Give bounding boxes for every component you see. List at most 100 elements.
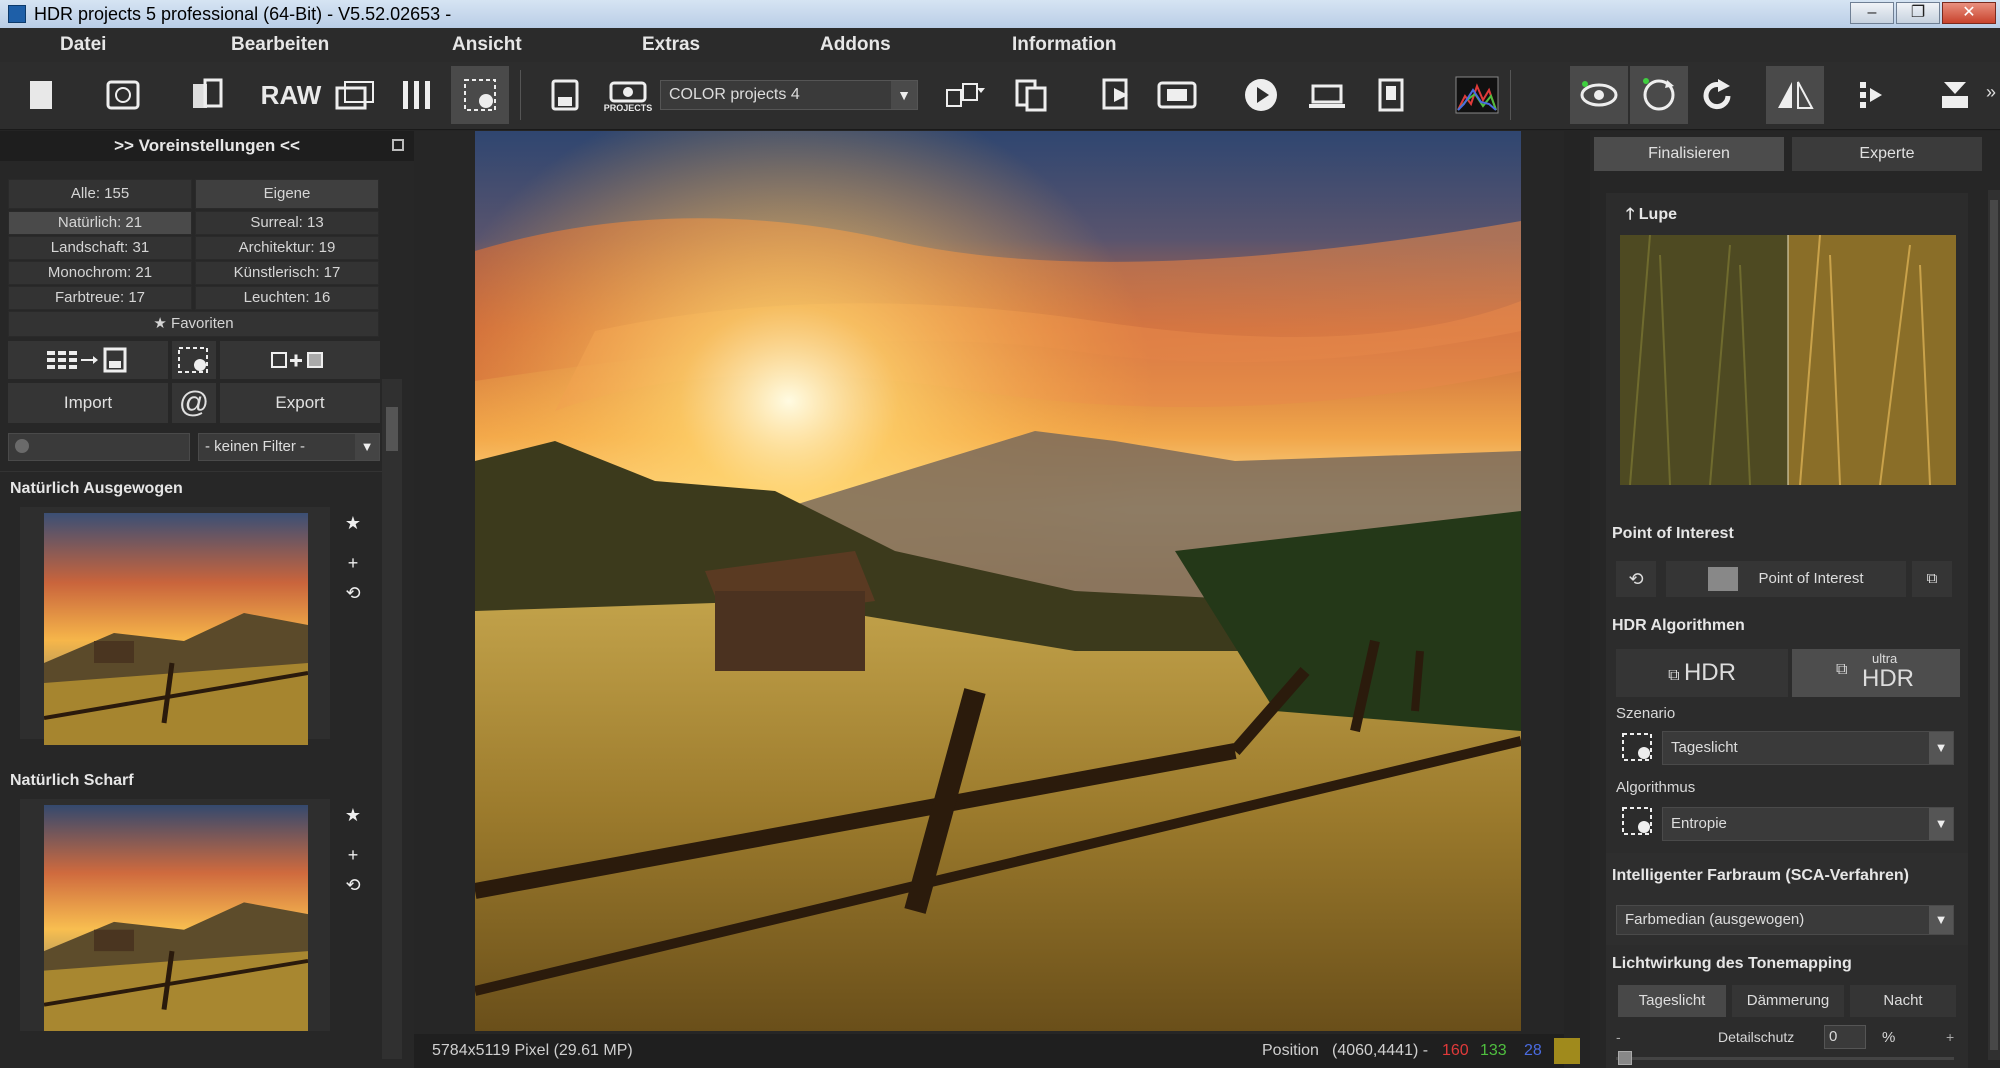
at-button[interactable]: @	[172, 383, 216, 423]
decrease-icon[interactable]: -	[1616, 1029, 1621, 1045]
camera-icon	[609, 81, 647, 103]
menu-ansicht[interactable]: Ansicht	[452, 28, 522, 62]
hdr-algorithm-button[interactable]: ⧉ HDR	[1616, 649, 1788, 697]
import-button[interactable]: Import	[8, 383, 168, 423]
category-eigene[interactable]: Eigene	[195, 179, 379, 209]
category-landschaft[interactable]: Landschaft: 31	[8, 236, 192, 260]
history-button[interactable]	[94, 66, 152, 124]
filmstrip-icon	[1157, 81, 1197, 109]
add-icon[interactable]: +	[340, 553, 366, 574]
category-kuenstlerisch[interactable]: Künstlerisch: 17	[195, 261, 379, 285]
new-document-button[interactable]	[12, 66, 70, 124]
settings-scrollbar[interactable]	[1988, 190, 2000, 1060]
preset-settings-button[interactable]	[451, 66, 509, 124]
play-button[interactable]	[1232, 66, 1290, 124]
compare-button[interactable]	[936, 66, 994, 124]
mirror-button[interactable]	[1766, 66, 1824, 124]
raw-button[interactable]: RAW	[261, 66, 322, 124]
portrait-button[interactable]	[1362, 66, 1420, 124]
close-button[interactable]: ✕	[1942, 2, 1996, 24]
fullscreen-button[interactable]	[1926, 66, 1984, 124]
favorites-button[interactable]: ★ Favoriten	[8, 311, 379, 337]
light-tab-tageslicht[interactable]: Tageslicht	[1618, 985, 1726, 1017]
poi-copy-button[interactable]: ⧉	[1912, 561, 1952, 597]
lupe-preview[interactable]	[1620, 235, 1956, 485]
hdr-icon: ⧉	[1668, 667, 1684, 684]
menu-information[interactable]: Information	[1012, 28, 1117, 62]
export-presets-button[interactable]: Export	[220, 383, 380, 423]
split-view-button[interactable]	[1842, 66, 1900, 124]
grid-gear-icon	[464, 79, 496, 111]
main-image[interactable]	[475, 131, 1521, 1031]
light-tab-daemmerung[interactable]: Dämmerung	[1732, 985, 1844, 1017]
category-architektur[interactable]: Architektur: 19	[195, 236, 379, 260]
filter-select[interactable]: - keinen Filter - ▼	[198, 433, 380, 461]
favorite-star-icon[interactable]: ★	[340, 805, 366, 826]
menu-bearbeiten[interactable]: Bearbeiten	[231, 28, 329, 62]
refresh-icon[interactable]: ⟲	[340, 875, 366, 896]
scrollbar-thumb[interactable]	[1990, 200, 1998, 1050]
tools-button[interactable]	[388, 66, 446, 124]
tonemapping-header: Lichtwirkung des Tonemapping	[1612, 955, 1852, 972]
preset-combo-value: COLOR projects 4	[669, 86, 800, 103]
add-icon[interactable]: +	[340, 845, 366, 866]
category-farbtreue[interactable]: Farbtreue: 17	[8, 286, 192, 310]
poi-button[interactable]: Point of Interest	[1666, 561, 1906, 597]
category-alle[interactable]: Alle: 155	[8, 179, 192, 209]
histogram-button[interactable]	[1448, 66, 1506, 124]
szenario-grid-icon[interactable]	[1620, 731, 1656, 763]
increase-icon[interactable]: +	[1946, 1029, 1954, 1045]
preview-button[interactable]	[1570, 66, 1628, 124]
scrollbar-thumb[interactable]	[386, 407, 398, 451]
slider-handle[interactable]	[1618, 1051, 1632, 1065]
menu-addons[interactable]: Addons	[820, 28, 891, 62]
poi-refresh-button[interactable]: ⟲	[1616, 561, 1656, 597]
hdr-button-label: HDR	[1683, 659, 1736, 686]
redo-button[interactable]	[1688, 66, 1746, 124]
light-tab-nacht[interactable]: Nacht	[1850, 985, 1956, 1017]
toolbar-overflow-icon[interactable]: »	[1986, 82, 1996, 103]
maximize-button[interactable]: ❐	[1896, 2, 1940, 24]
grid-save-button[interactable]	[8, 341, 168, 379]
category-natuerlich[interactable]: Natürlich: 21	[8, 211, 192, 235]
refresh-icon[interactable]: ⟲	[340, 583, 366, 604]
preset-combo[interactable]: COLOR projects 4 ▼	[660, 80, 918, 110]
sca-select[interactable]: Farbmedian (ausgewogen) ▼	[1616, 905, 1954, 935]
category-leuchten[interactable]: Leuchten: 16	[195, 286, 379, 310]
algorithmus-grid-icon[interactable]	[1620, 805, 1656, 837]
save-button[interactable]	[536, 66, 594, 124]
menu-extras[interactable]: Extras	[642, 28, 700, 62]
presets-header: >> Voreinstellungen <<	[0, 131, 414, 161]
gallery-icon	[335, 81, 374, 110]
tab-finalisieren[interactable]: Finalisieren	[1594, 137, 1784, 171]
detailschutz-slider[interactable]	[1616, 1057, 1954, 1060]
import-images-button[interactable]	[178, 66, 236, 124]
ultra-hdr-button[interactable]: ⧉ ultra HDR	[1792, 649, 1960, 697]
category-surreal[interactable]: Surreal: 13	[195, 211, 379, 235]
detach-icon[interactable]	[392, 139, 404, 151]
algorithmus-select[interactable]: Entropie ▼	[1662, 807, 1954, 841]
tab-experte[interactable]: Experte	[1792, 137, 1982, 171]
favorite-star-icon[interactable]: ★	[340, 513, 366, 534]
preset-thumbnail[interactable]	[44, 513, 308, 745]
auto-refresh-button[interactable]	[1630, 66, 1688, 124]
image-dimensions: 5784x5119 Pixel (29.61 MP)	[432, 1042, 633, 1059]
grid-settings-button[interactable]	[172, 341, 216, 379]
detailschutz-input[interactable]: 0	[1824, 1025, 1866, 1049]
toolbar-separator	[1510, 70, 1511, 120]
category-monochrom[interactable]: Monochrom: 21	[8, 261, 192, 285]
gallery-button[interactable]	[326, 66, 384, 124]
projects-button[interactable]: PROJECTS	[599, 66, 657, 124]
szenario-select[interactable]: Tageslicht ▼	[1662, 731, 1954, 765]
copy-button[interactable]	[1002, 66, 1060, 124]
filmstrip-button[interactable]	[1148, 66, 1206, 124]
ultra-label: ultra	[1872, 651, 1898, 666]
crop-button[interactable]	[1298, 66, 1356, 124]
add-preset-button[interactable]	[220, 341, 380, 379]
preset-thumbnail[interactable]	[44, 805, 308, 1031]
search-input[interactable]	[8, 433, 190, 461]
minimize-button[interactable]: –	[1850, 2, 1894, 24]
export-button[interactable]	[1088, 66, 1146, 124]
presets-scrollbar[interactable]	[382, 379, 402, 1059]
menu-datei[interactable]: Datei	[60, 28, 106, 62]
